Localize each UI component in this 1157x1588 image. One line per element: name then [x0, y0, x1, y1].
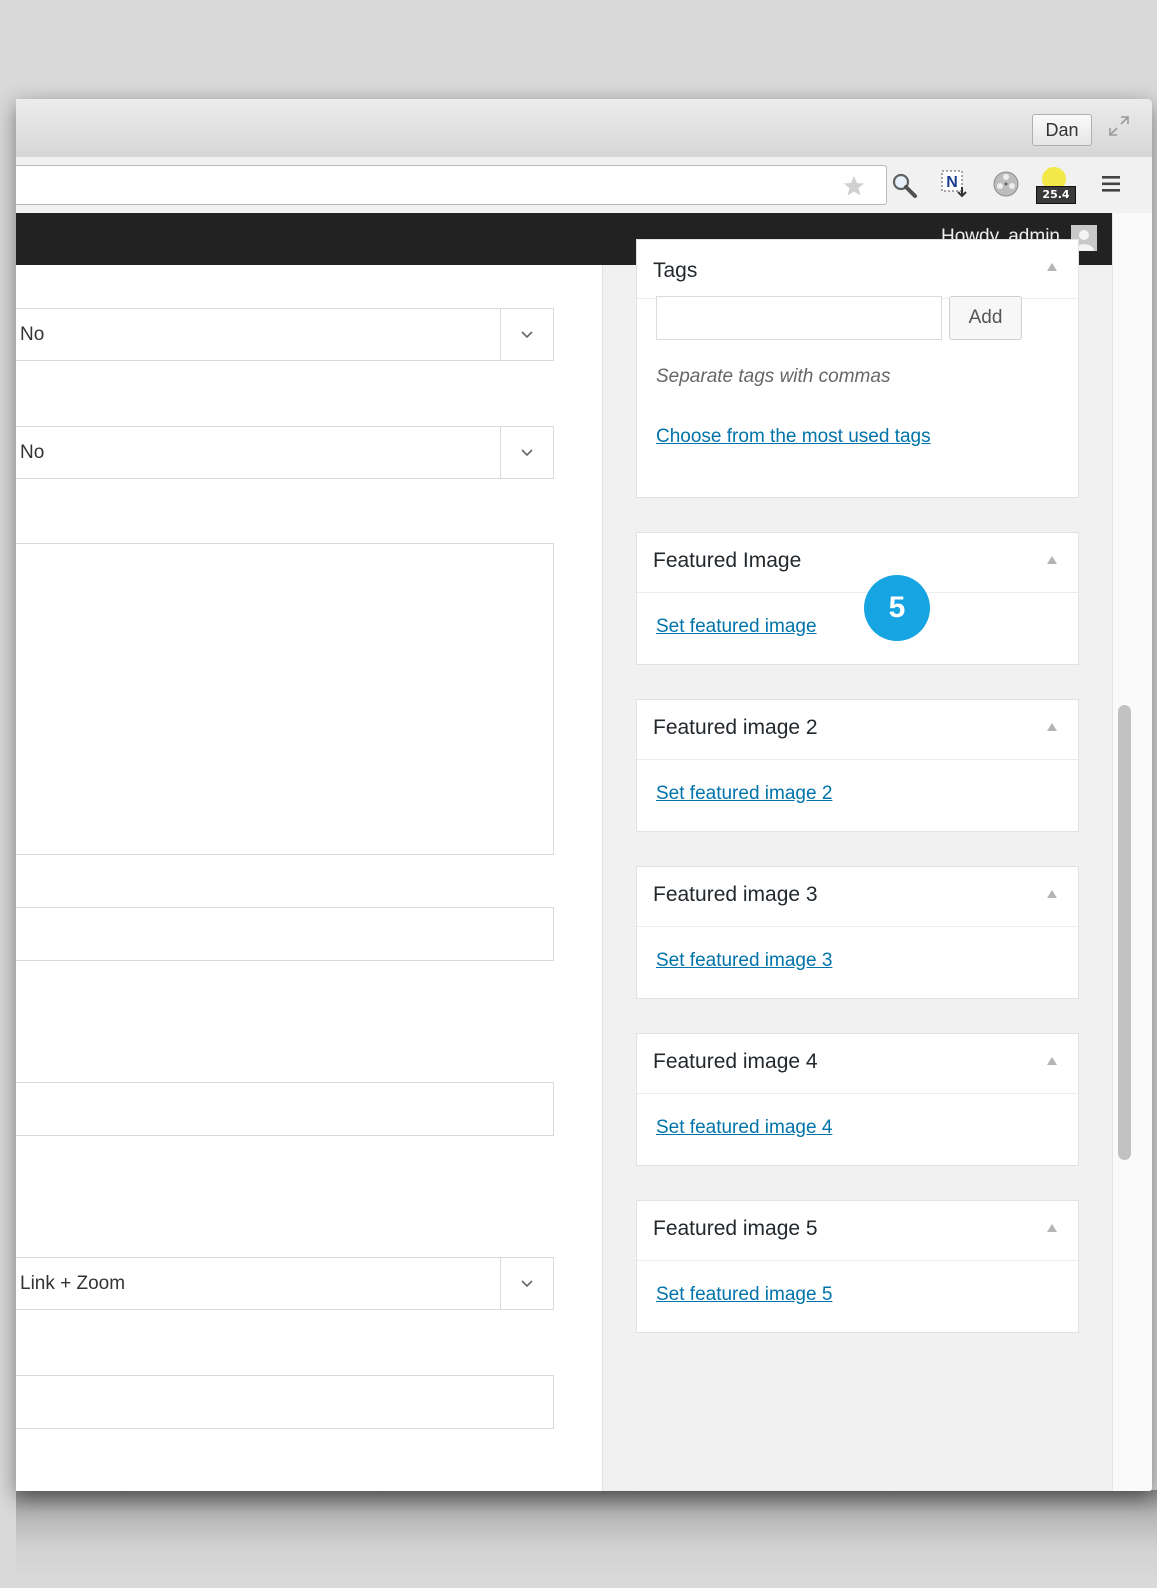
magnifier-icon[interactable]	[890, 171, 918, 199]
desktop-background	[16, 1490, 1157, 1588]
select-arrow[interactable]	[500, 309, 553, 360]
text-field-1[interactable]	[16, 907, 554, 961]
featured-image-box-title: Featured image 4	[653, 1050, 818, 1073]
sun-extension-icon[interactable]: 25.4	[1036, 167, 1076, 205]
browser-toolbar: N 25.4	[16, 157, 1152, 214]
text-field-2[interactable]	[16, 1082, 554, 1136]
triangle-up-icon[interactable]	[1046, 555, 1058, 565]
menu-icon[interactable]	[1102, 175, 1120, 193]
set-featured-image-link[interactable]: Set featured image 4	[656, 1117, 832, 1139]
tags-box: Tags Add Separate tags with commas Choos…	[636, 239, 1079, 498]
window-titlebar: Dan	[16, 99, 1152, 158]
chevron-down-icon	[521, 1279, 533, 1287]
tags-hint: Separate tags with commas	[656, 366, 891, 387]
featured-image-box-title: Featured image 2	[653, 716, 818, 739]
featured-image-box-1: Featured Image Set featured image	[636, 532, 1079, 665]
triangle-up-icon[interactable]	[1046, 889, 1058, 899]
browser-window: Dan N 25.4 Howdy, admin No No Link + Zoo…	[16, 99, 1152, 1491]
n-extension-icon[interactable]: N	[940, 169, 970, 199]
tags-box-header[interactable]: Tags	[637, 240, 1078, 299]
featured-image-box-title: Featured image 3	[653, 883, 818, 906]
chevron-down-icon	[521, 330, 533, 338]
profile-button[interactable]: Dan	[1032, 114, 1092, 146]
choose-most-used-tags-link[interactable]: Choose from the most used tags	[656, 426, 931, 448]
set-featured-image-link[interactable]: Set featured image	[656, 616, 817, 638]
featured-image-box-header[interactable]: Featured image 4	[637, 1034, 1078, 1094]
fullscreen-icon[interactable]	[1108, 115, 1130, 137]
text-field-3[interactable]	[16, 1375, 554, 1429]
featured-image-box-4: Featured image 4 Set featured image 4	[636, 1033, 1079, 1166]
add-tag-button[interactable]: Add	[949, 296, 1022, 340]
select-value: Link + Zoom	[20, 1272, 126, 1294]
triangle-up-icon[interactable]	[1046, 262, 1058, 272]
featured-image-box-header[interactable]: Featured Image	[637, 533, 1078, 593]
select-field-2[interactable]: No	[16, 426, 554, 479]
featured-image-box-header[interactable]: Featured image 2	[637, 700, 1078, 760]
featured-image-box-header[interactable]: Featured image 5	[637, 1201, 1078, 1261]
featured-image-box-3: Featured image 3 Set featured image 3	[636, 866, 1079, 999]
triangle-up-icon[interactable]	[1046, 722, 1058, 732]
select-field-3[interactable]: Link + Zoom	[16, 1257, 554, 1310]
extension-badge: 25.4	[1036, 186, 1076, 204]
select-field-1[interactable]: No	[16, 308, 554, 361]
svg-text:N: N	[946, 174, 958, 191]
select-value: No	[20, 323, 45, 345]
film-reel-icon[interactable]	[991, 169, 1021, 199]
textarea-field[interactable]	[16, 543, 554, 855]
step-callout-badge: 5	[864, 575, 930, 641]
select-value: No	[20, 441, 45, 463]
tags-box-title: Tags	[653, 259, 698, 282]
featured-image-box-2: Featured image 2 Set featured image 2	[636, 699, 1079, 832]
featured-image-box-title: Featured Image	[653, 549, 802, 572]
select-arrow[interactable]	[500, 1258, 553, 1309]
set-featured-image-link[interactable]: Set featured image 5	[656, 1284, 832, 1306]
triangle-up-icon[interactable]	[1046, 1223, 1058, 1233]
set-featured-image-link[interactable]: Set featured image 2	[656, 783, 832, 805]
featured-image-box-header[interactable]: Featured image 3	[637, 867, 1078, 927]
tags-input[interactable]	[656, 296, 942, 340]
star-icon[interactable]	[842, 174, 866, 198]
set-featured-image-link[interactable]: Set featured image 3	[656, 950, 832, 972]
chevron-down-icon	[521, 448, 533, 456]
featured-image-box-title: Featured image 5	[653, 1217, 818, 1240]
featured-image-box-5: Featured image 5 Set featured image 5	[636, 1200, 1079, 1333]
scrollbar-thumb[interactable]	[1118, 705, 1131, 1160]
triangle-up-icon[interactable]	[1046, 1056, 1058, 1066]
address-bar[interactable]	[16, 165, 887, 205]
select-arrow[interactable]	[500, 427, 553, 478]
